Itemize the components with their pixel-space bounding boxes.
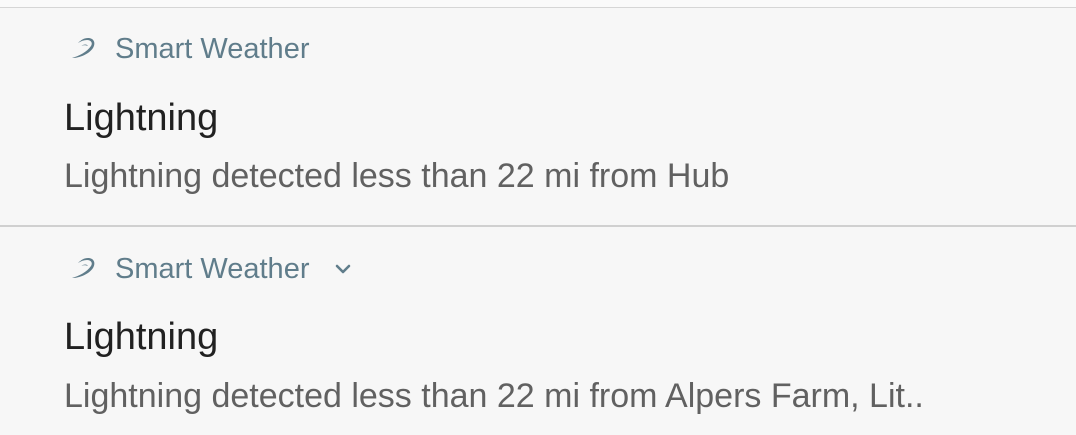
notification-body: Lightning detected less than 22 mi from … — [64, 157, 730, 195]
smart-weather-swirl-icon — [68, 254, 99, 285]
notification-title: Lightning — [64, 97, 219, 139]
notification-header: Smart Weather — [68, 251, 357, 287]
smart-weather-swirl-icon — [68, 34, 99, 65]
notification-card-lightning-hub[interactable]: Smart Weather Lightning Lightning detect… — [0, 8, 1076, 225]
notification-header: Smart Weather — [68, 31, 309, 67]
notification-body: Lightning detected less than 22 mi from … — [64, 377, 924, 415]
notification-title: Lightning — [64, 316, 219, 358]
app-name: Smart Weather — [115, 253, 310, 285]
chevron-down-icon[interactable] — [329, 255, 357, 283]
notification-card-lightning-alpers-farm[interactable]: Smart Weather Lightning Lightning detect… — [0, 227, 1076, 435]
top-divider — [0, 0, 1076, 8]
app-name: Smart Weather — [115, 33, 310, 65]
notification-shade: Smart Weather Lightning Lightning detect… — [0, 0, 1076, 435]
